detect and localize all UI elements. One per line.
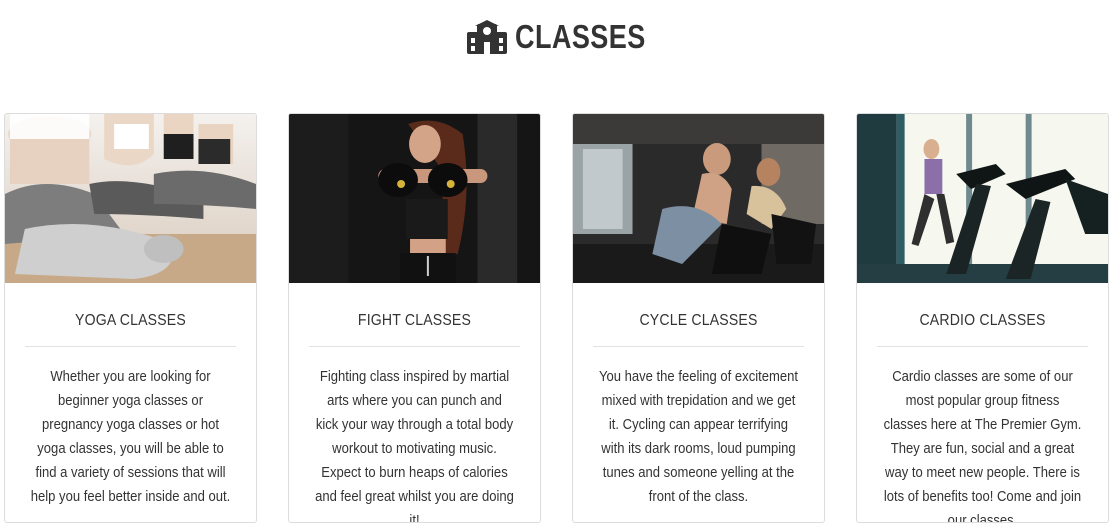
card-description: Whether you are looking for beginner yog… xyxy=(30,369,231,505)
card-description: You have the feeling of excitement mixed… xyxy=(598,369,799,505)
cardio-photo xyxy=(857,114,1108,283)
card-description: Fighting class inspired by martial arts … xyxy=(315,369,514,523)
card-title: CARDIO CLASSES xyxy=(919,312,1046,329)
card-title: FIGHT CLASSES xyxy=(357,312,472,329)
card-title: CYCLE CLASSES xyxy=(639,312,758,329)
class-cards: YOGA CLASSES Whether you are looking for… xyxy=(4,113,1109,523)
card-description: Cardio classes are some of our most popu… xyxy=(883,369,1082,523)
class-card-yoga: YOGA CLASSES Whether you are looking for… xyxy=(4,113,257,523)
card-title: YOGA CLASSES xyxy=(75,312,186,329)
fight-photo xyxy=(289,114,540,283)
page-title: CLASSES xyxy=(514,18,646,55)
class-card-fight: FIGHT CLASSES Fighting class inspired by… xyxy=(288,113,541,523)
school-building-icon xyxy=(466,20,507,54)
section-title: CLASSES xyxy=(466,18,652,56)
cycle-photo xyxy=(573,114,824,283)
section-header: CLASSES xyxy=(0,0,1119,72)
yoga-photo xyxy=(5,114,256,283)
class-card-cycle: CYCLE CLASSES You have the feeling of ex… xyxy=(572,113,825,523)
class-card-cardio: CARDIO CLASSES Cardio classes are some o… xyxy=(856,113,1109,523)
